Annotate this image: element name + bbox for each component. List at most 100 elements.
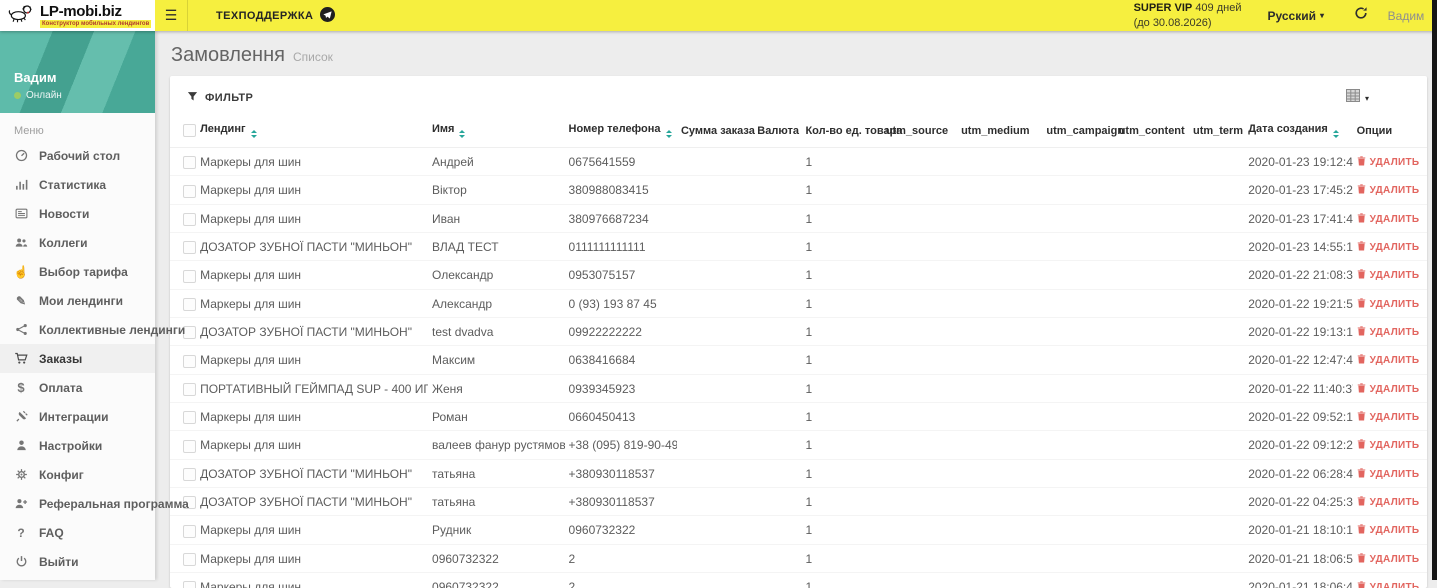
delete-label: УДАЛИТЬ <box>1370 582 1420 588</box>
cell-landing: Маркеры для шин <box>196 572 428 588</box>
row-checkbox[interactable] <box>183 298 196 311</box>
sidebar-item-faq-question[interactable]: ? FAQ <box>0 518 155 547</box>
cell-currency <box>753 572 801 588</box>
payment-dollar-icon: $ <box>13 381 29 394</box>
sidebar-item-settings-user[interactable]: Настройки <box>0 431 155 460</box>
cell-utm-campaign <box>1042 487 1114 515</box>
delete-button[interactable]: УДАЛИТЬ <box>1357 411 1420 424</box>
sidebar-item-payment-dollar[interactable]: $ Оплата <box>0 373 155 402</box>
column-header-utm_term: utm_term <box>1189 120 1244 148</box>
column-header-name[interactable]: Имя <box>428 120 565 148</box>
sidebar-item-config-gear[interactable]: Конфиг <box>0 460 155 489</box>
cell-utm-source <box>882 176 957 204</box>
row-checkbox[interactable] <box>183 525 196 538</box>
cell-order-sum <box>677 289 753 317</box>
delete-button[interactable]: УДАЛИТЬ <box>1357 298 1420 311</box>
select-all-checkbox[interactable] <box>183 124 196 137</box>
column-header-qty: Кол-во ед. товара <box>801 120 881 148</box>
cell-utm-source <box>882 232 957 260</box>
column-settings-button[interactable]: ▾ <box>1346 89 1369 107</box>
cell-currency <box>753 148 801 176</box>
cell-utm-source <box>882 346 957 374</box>
row-checkbox[interactable] <box>183 553 196 566</box>
plan-name: SUPER VIP <box>1134 2 1193 14</box>
cell-utm-term <box>1189 346 1244 374</box>
delete-button[interactable]: УДАЛИТЬ <box>1357 269 1420 282</box>
cell-utm-medium <box>957 516 1042 544</box>
delete-button[interactable]: УДАЛИТЬ <box>1357 524 1420 537</box>
sort-icon[interactable] <box>459 130 465 138</box>
sidebar-item-tariff-hand[interactable]: ☝ Выбор тарифа <box>0 257 155 286</box>
delete-label: УДАЛИТЬ <box>1370 440 1420 451</box>
column-header-phone[interactable]: Номер телефона <box>565 120 677 148</box>
row-checkbox[interactable] <box>183 270 196 283</box>
sidebar-item-label: Мои лендинги <box>39 294 123 308</box>
collective-landings-share-icon <box>13 323 29 336</box>
trash-icon <box>1357 439 1366 452</box>
sidebar-item-news[interactable]: Новости <box>0 199 155 228</box>
delete-button[interactable]: УДАЛИТЬ <box>1357 553 1420 566</box>
cell-phone: +38 (095) 819-90-49 <box>565 431 677 459</box>
row-checkbox[interactable] <box>183 185 196 198</box>
scrollbar-track[interactable] <box>1432 0 1437 580</box>
support-button[interactable]: ТЕХПОДДЕРЖКА <box>216 0 335 31</box>
cell-utm-content <box>1115 544 1189 572</box>
cell-phone: 09922222222 <box>565 317 677 345</box>
delete-button[interactable]: УДАЛИТЬ <box>1357 184 1420 197</box>
trash-icon <box>1357 524 1366 537</box>
sidebar-item-colleagues[interactable]: Коллеги <box>0 228 155 257</box>
order-row: Маркеры для шин Олександр 0953075157 1 2… <box>170 261 1427 289</box>
delete-button[interactable]: УДАЛИТЬ <box>1357 383 1420 396</box>
cell-options: УДАЛИТЬ <box>1353 544 1427 572</box>
sidebar-item-integrations-plug[interactable]: Интеграции <box>0 402 155 431</box>
refresh-button[interactable] <box>1343 6 1379 25</box>
logo[interactable]: LP-mobi.biz Конструктор мобильных лендин… <box>0 0 155 31</box>
cell-utm-content <box>1115 402 1189 430</box>
sidebar-item-logout-power[interactable]: Выйти <box>0 547 155 576</box>
sidebar-item-dashboard[interactable]: Рабочий стол <box>0 141 155 170</box>
delete-button[interactable]: УДАЛИТЬ <box>1357 496 1420 509</box>
cell-utm-campaign <box>1042 232 1114 260</box>
sort-icon[interactable] <box>1333 130 1339 138</box>
cell-utm-term <box>1189 289 1244 317</box>
cell-options: УДАЛИТЬ <box>1353 374 1427 402</box>
column-header-landing[interactable]: Лендинг <box>196 120 428 148</box>
delete-button[interactable]: УДАЛИТЬ <box>1357 581 1420 588</box>
delete-button[interactable]: УДАЛИТЬ <box>1357 439 1420 452</box>
cell-name: Роман <box>428 402 565 430</box>
delete-button[interactable]: УДАЛИТЬ <box>1357 213 1420 226</box>
row-checkbox[interactable] <box>183 468 196 481</box>
topbar-user-button[interactable]: Вадим <box>1380 9 1432 23</box>
row-checkbox[interactable] <box>183 241 196 254</box>
delete-button[interactable]: УДАЛИТЬ <box>1357 468 1420 481</box>
cell-created: 2020-01-22 12:47:43 <box>1244 346 1352 374</box>
sidebar-item-stats[interactable]: Статистика <box>0 170 155 199</box>
column-header-created[interactable]: Дата создания <box>1244 120 1352 148</box>
language-selector[interactable]: Русский ▾ <box>1267 9 1324 23</box>
hamburger-menu-icon[interactable]: ☰ <box>155 0 188 31</box>
delete-button[interactable]: УДАЛИТЬ <box>1357 326 1420 339</box>
row-checkbox[interactable] <box>183 581 196 588</box>
sidebar-item-referral-user-plus[interactable]: Реферальная программа <box>0 489 155 518</box>
sort-icon[interactable] <box>251 130 257 138</box>
row-checkbox[interactable] <box>183 213 196 226</box>
cell-created: 2020-01-22 11:40:37 <box>1244 374 1352 402</box>
trash-icon <box>1357 354 1366 367</box>
sidebar-item-collective-landings-share[interactable]: Коллективные лендинги <box>0 315 155 344</box>
delete-button[interactable]: УДАЛИТЬ <box>1357 354 1420 367</box>
order-row: Маркеры для шин Віктор 380988083415 1 20… <box>170 176 1427 204</box>
row-checkbox[interactable] <box>183 156 196 169</box>
order-row: Маркеры для шин Иван 380976687234 1 2020… <box>170 204 1427 232</box>
delete-button[interactable]: УДАЛИТЬ <box>1357 241 1420 254</box>
cell-utm-content <box>1115 431 1189 459</box>
sidebar-item-orders-cart[interactable]: Заказы <box>0 344 155 373</box>
sort-icon[interactable] <box>666 130 672 138</box>
row-checkbox[interactable] <box>183 383 196 396</box>
row-checkbox[interactable] <box>183 411 196 424</box>
sidebar-item-my-landings[interactable]: ✎ Мои лендинги <box>0 286 155 315</box>
row-checkbox[interactable] <box>183 440 196 453</box>
filter-button[interactable]: ФИЛЬТР <box>187 91 253 105</box>
delete-button[interactable]: УДАЛИТЬ <box>1357 156 1420 169</box>
cell-utm-campaign <box>1042 317 1114 345</box>
row-checkbox[interactable] <box>183 355 196 368</box>
